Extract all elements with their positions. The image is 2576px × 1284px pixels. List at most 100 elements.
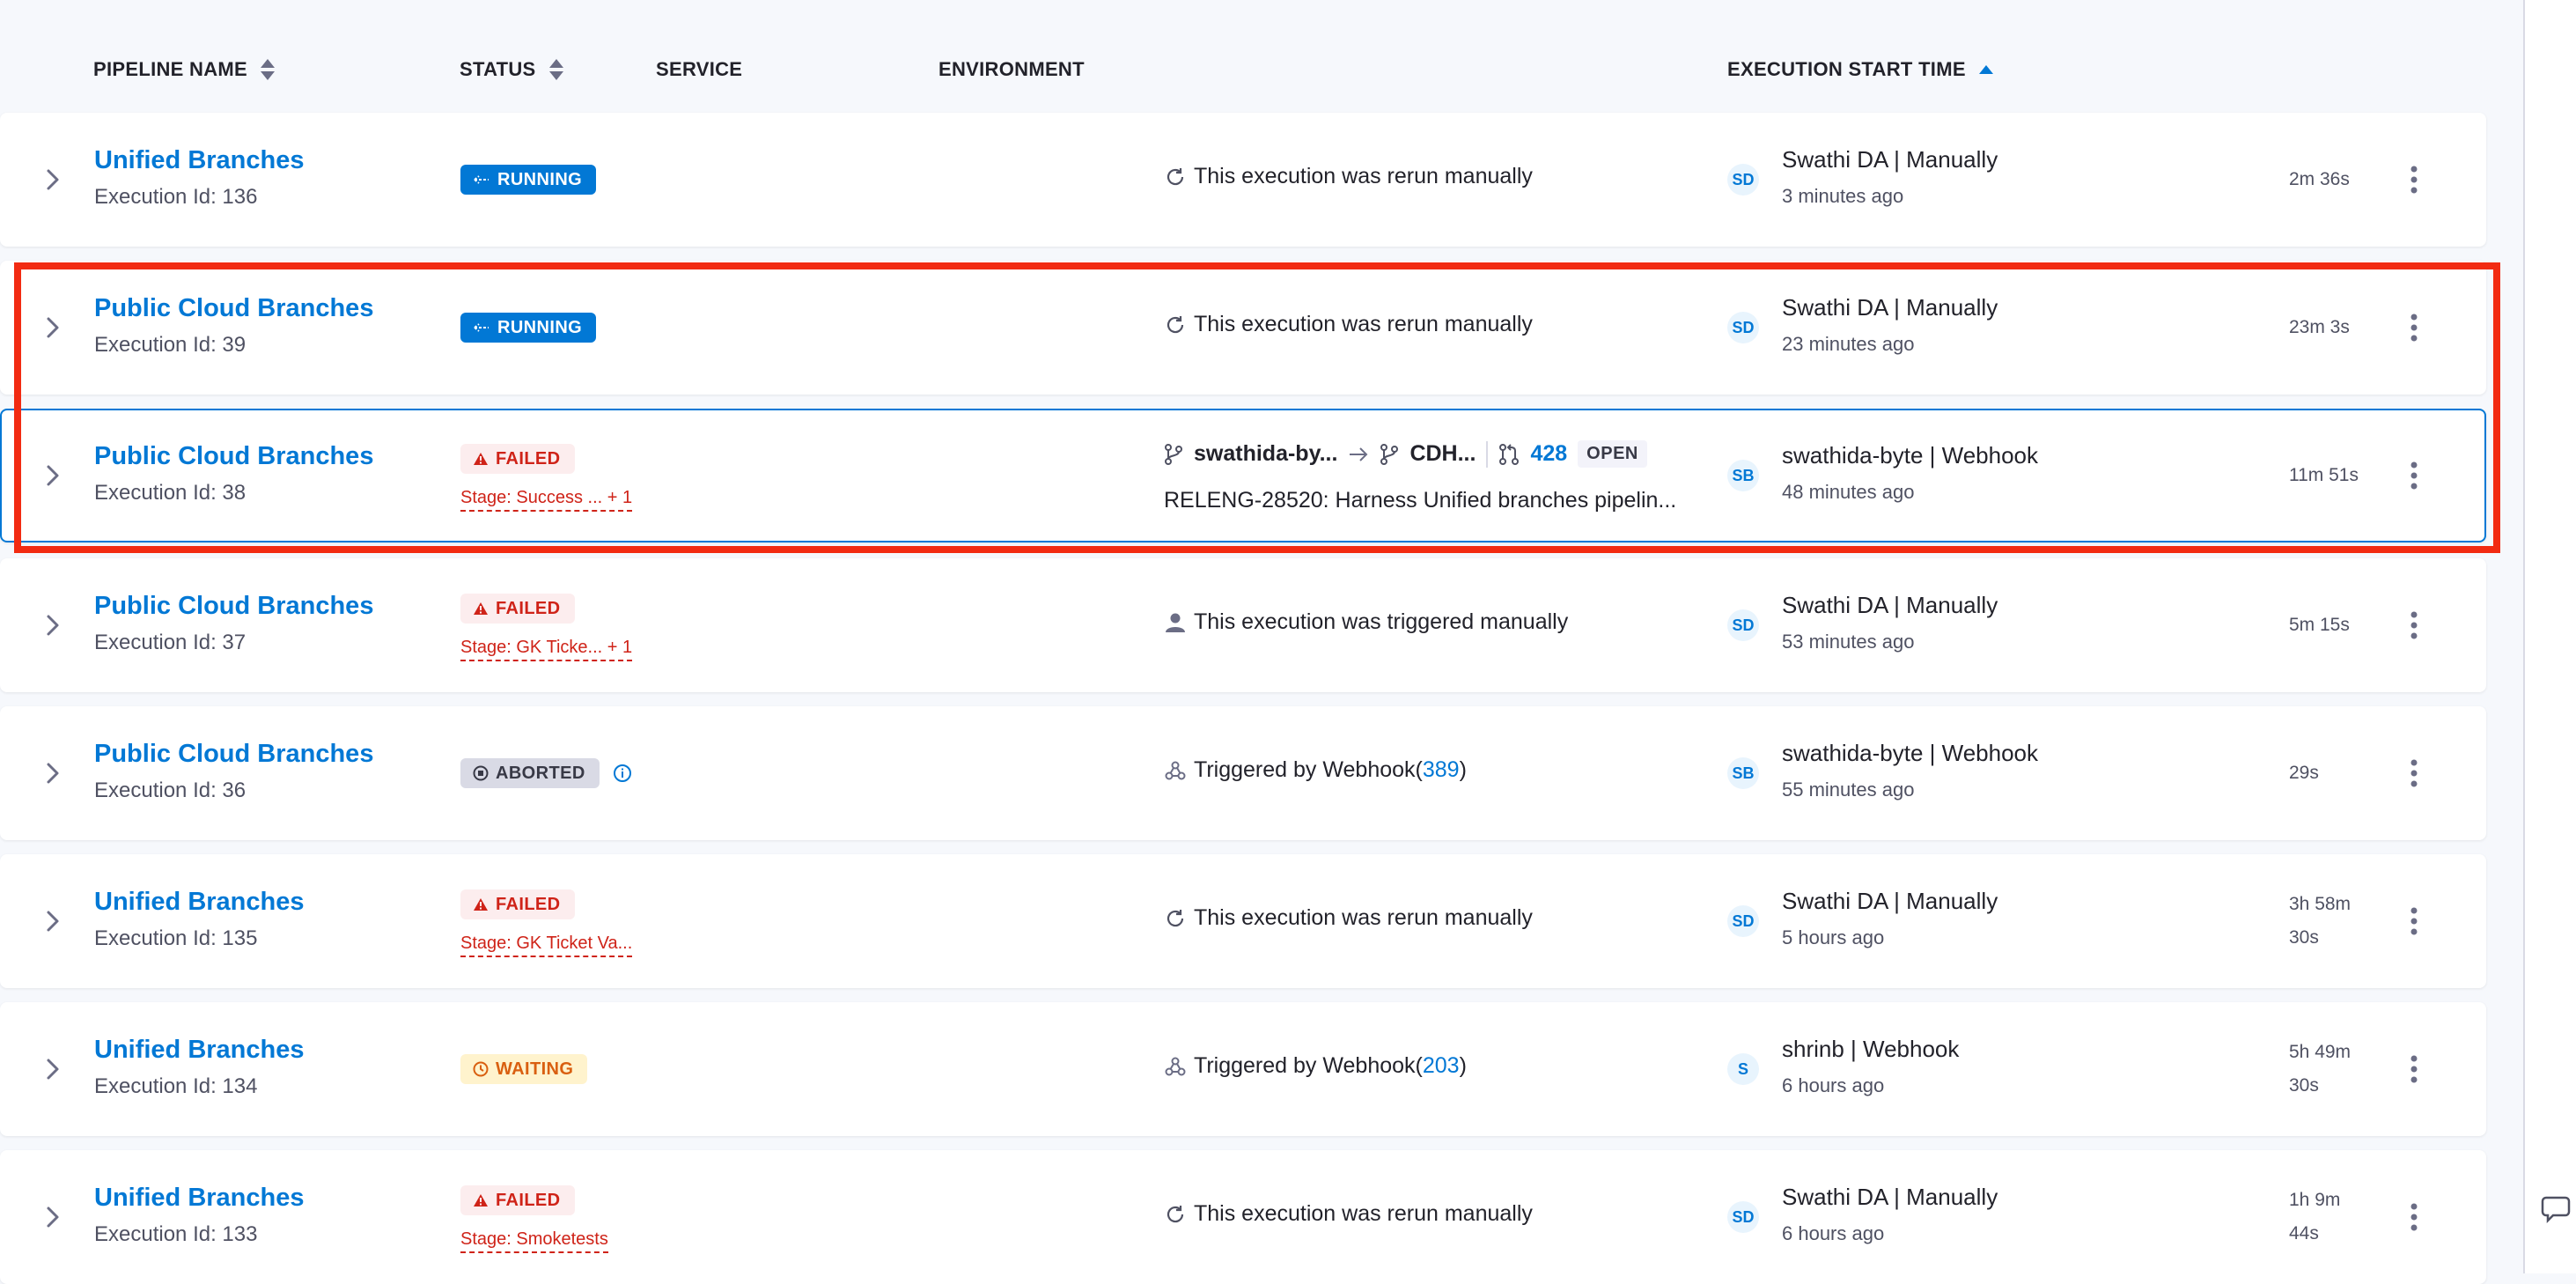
failed-stage-link[interactable]: Stage: GK Ticke... + 1: [460, 638, 633, 661]
warning-icon: [474, 898, 488, 911]
duration: 23m 3s: [2289, 317, 2350, 337]
avatar: SD: [1727, 312, 1759, 343]
trigger-text-suffix: ): [1459, 1053, 1467, 1078]
column-header-label: SERVICE: [656, 58, 743, 80]
divider: [1486, 440, 1489, 468]
webhook-link[interactable]: 389: [1423, 757, 1460, 782]
branch-icon: [1380, 443, 1399, 465]
trigger-info: This execution was rerun manually: [1164, 1201, 1533, 1227]
kebab-menu-icon[interactable]: [2401, 458, 2427, 493]
chevron-right-icon[interactable]: [37, 1201, 69, 1233]
chat-icon[interactable]: [2541, 1191, 2576, 1226]
pr-number-link[interactable]: 428: [1530, 441, 1567, 467]
execution-id: Execution Id: 134: [94, 1074, 258, 1098]
avatar: SD: [1727, 609, 1759, 641]
trigger-text-prefix: Triggered by Webhook(: [1194, 757, 1423, 782]
chevron-right-icon[interactable]: [37, 757, 69, 789]
kebab-menu-icon[interactable]: [2401, 756, 2427, 791]
target-branch: CDH...: [1409, 441, 1476, 466]
duration-line: 1h 9m: [2289, 1190, 2341, 1210]
pipeline-name-link[interactable]: Unified Branches: [94, 888, 305, 917]
pipeline-name-link[interactable]: Unified Branches: [94, 1184, 305, 1213]
kebab-menu-icon[interactable]: [2401, 904, 2427, 939]
execution-row[interactable]: Public Cloud Branches Execution Id: 36 A…: [0, 706, 2486, 840]
avatar: SD: [1727, 164, 1759, 196]
chevron-right-icon[interactable]: [37, 312, 69, 343]
failed-stage-link[interactable]: Stage: Smoketests: [460, 1229, 608, 1253]
execution-id: Execution Id: 135: [94, 926, 258, 950]
duration: 2m 36s: [2289, 169, 2350, 189]
status-badge: RUNNING: [460, 313, 597, 343]
execution-id: Execution Id: 133: [94, 1222, 258, 1246]
failed-stage-link[interactable]: Stage: Success ... + 1: [460, 488, 633, 512]
status-badge: ABORTED: [460, 758, 600, 788]
duration-line: 5h 49m: [2289, 1042, 2352, 1062]
pipeline-name-link[interactable]: Public Cloud Branches: [94, 442, 373, 471]
kebab-menu-icon[interactable]: [2401, 608, 2427, 643]
execution-row[interactable]: Unified Branches Execution Id: 134 WAITI…: [0, 1002, 2486, 1136]
running-icon: [474, 323, 489, 332]
pipeline-name-link[interactable]: Unified Branches: [94, 146, 305, 175]
trigger-info: Triggered by Webhook(203): [1164, 1053, 1467, 1079]
execution-row[interactable]: Public Cloud Branches Execution Id: 38 F…: [0, 409, 2486, 542]
start-time-relative: 53 minutes ago: [1782, 631, 1915, 653]
column-header-label: PIPELINE NAME: [93, 58, 248, 80]
avatar: SB: [1727, 757, 1759, 789]
start-time-relative: 5 hours ago: [1782, 926, 1885, 948]
chevron-right-icon[interactable]: [37, 1053, 69, 1085]
execution-row[interactable]: Unified Branches Execution Id: 133 FAILE…: [0, 1150, 2486, 1284]
column-header-service: SERVICE: [656, 58, 742, 81]
trigger-info: This execution was rerun manually: [1164, 164, 1533, 189]
triggered-by-user: Swathi DA | Manually: [1782, 294, 1998, 321]
column-header-status[interactable]: STATUS: [460, 58, 564, 81]
rerun-icon: [1167, 315, 1184, 333]
table-header: PIPELINE NAME STATUS SERVICE ENVIRONMENT…: [0, 0, 2523, 113]
pipeline-name-link[interactable]: Unified Branches: [94, 1036, 305, 1065]
trigger-info: This execution was rerun manually: [1164, 905, 1533, 931]
kebab-menu-icon[interactable]: [2401, 310, 2427, 345]
pipeline-name-link[interactable]: Public Cloud Branches: [94, 294, 373, 323]
kebab-menu-icon[interactable]: [2401, 1199, 2427, 1235]
branch-icon: [1165, 443, 1182, 465]
execution-row[interactable]: Public Cloud Branches Execution Id: 39 R…: [0, 261, 2486, 395]
duration-line: 44s: [2289, 1223, 2319, 1243]
commit-message: RELENG-28520: Harness Unified branches p…: [1164, 488, 1677, 513]
pull-request-icon: [1499, 443, 1520, 465]
webhook-link[interactable]: 203: [1423, 1053, 1460, 1078]
column-header-execution-start-time[interactable]: EXECUTION START TIME: [1727, 58, 1994, 81]
status-badge-label: FAILED: [496, 598, 561, 618]
source-branch: swathida-by...: [1194, 441, 1338, 466]
triggered-by-user: swathida-byte | Webhook: [1782, 442, 2038, 469]
avatar: SB: [1727, 460, 1759, 491]
chevron-right-icon[interactable]: [37, 905, 69, 937]
rerun-icon: [1167, 167, 1184, 185]
pipeline-name-link[interactable]: Public Cloud Branches: [94, 592, 373, 621]
trigger-text-prefix: Triggered by Webhook(: [1194, 1053, 1423, 1078]
clock-icon: [473, 1061, 489, 1077]
triggered-by-user: Swathi DA | Manually: [1782, 888, 1998, 914]
execution-row[interactable]: Public Cloud Branches Execution Id: 37 F…: [0, 558, 2486, 692]
warning-icon: [474, 453, 488, 465]
trigger-text: This execution was triggered manually: [1194, 609, 1569, 634]
execution-row[interactable]: Unified Branches Execution Id: 136 RUNNI…: [0, 113, 2486, 247]
execution-id: Execution Id: 136: [94, 185, 258, 209]
kebab-menu-icon[interactable]: [2401, 1052, 2427, 1087]
status-badge-label: RUNNING: [497, 317, 583, 337]
start-time-relative: 23 minutes ago: [1782, 333, 1915, 355]
column-header-environment: ENVIRONMENT: [938, 58, 1085, 81]
chevron-right-icon[interactable]: [37, 164, 69, 196]
trigger-text: Triggered by Webhook(389): [1194, 757, 1467, 783]
status-badge-label: FAILED: [496, 448, 561, 469]
column-header-pipeline-name[interactable]: PIPELINE NAME: [93, 58, 276, 81]
chevron-right-icon[interactable]: [37, 460, 69, 491]
failed-stage-link[interactable]: Stage: GK Ticket Va...: [460, 933, 633, 957]
avatar: SD: [1727, 1201, 1759, 1233]
kebab-menu-icon[interactable]: [2401, 162, 2427, 197]
chevron-right-icon[interactable]: [37, 609, 69, 641]
warning-icon: [474, 602, 488, 615]
avatar: SD: [1727, 905, 1759, 937]
triggered-by-user: swathida-byte | Webhook: [1782, 740, 2038, 766]
info-icon[interactable]: [613, 764, 632, 783]
execution-row[interactable]: Unified Branches Execution Id: 135 FAILE…: [0, 854, 2486, 988]
pipeline-name-link[interactable]: Public Cloud Branches: [94, 740, 373, 769]
